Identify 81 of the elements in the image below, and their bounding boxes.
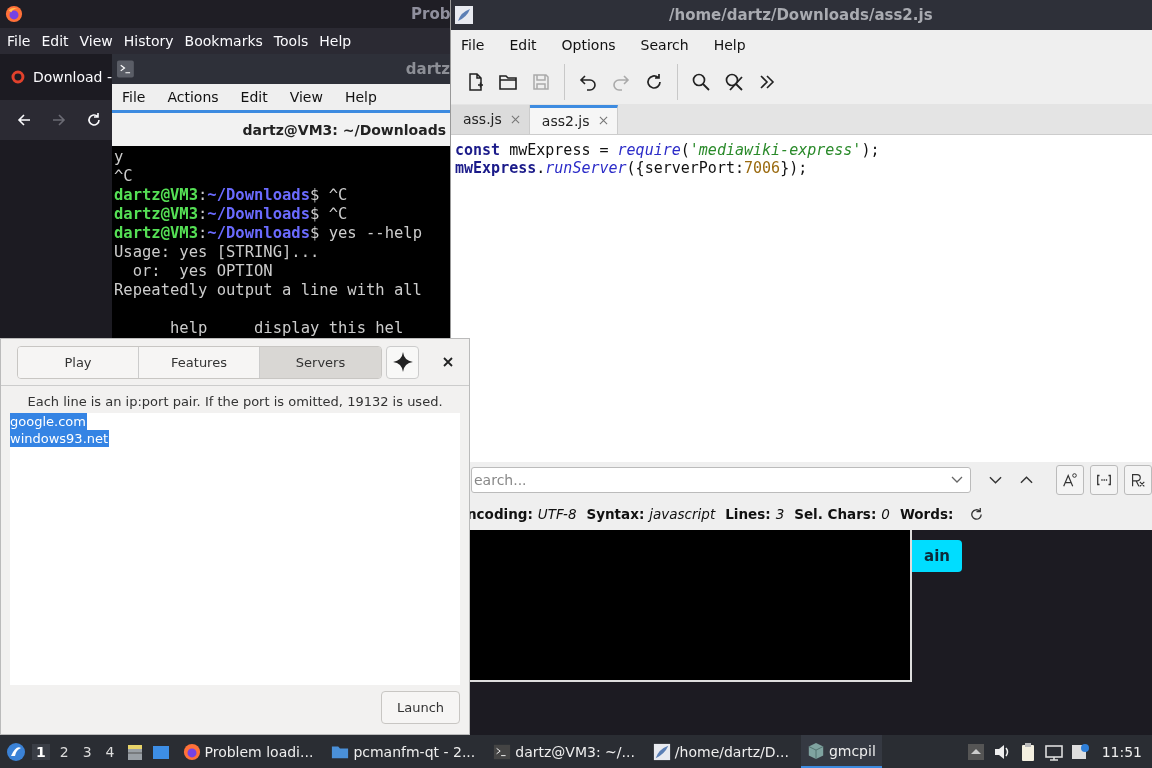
taskbar-button[interactable]: dartz@VM3: ~/... — [487, 735, 641, 768]
terminal-icon — [117, 60, 134, 78]
hint-text: Each line is an ip:port pair. If the port is omitted, 19132 is used. — [26, 393, 444, 411]
taskbar-button[interactable]: Problem loadi... — [176, 735, 320, 768]
status-item: Syntax: javascript — [586, 506, 716, 523]
terminal-line: dartz@VM3:~/Downloads$ yes --help — [114, 224, 423, 243]
regex-button[interactable] — [1124, 465, 1152, 496]
menu-item[interactable]: File — [122, 89, 146, 105]
search-field[interactable]: earch... — [471, 467, 971, 494]
menu-item[interactable]: File — [7, 33, 31, 49]
terminal-line: dartz@VM3:~/Downloads$ ^C — [114, 205, 349, 224]
notification-icon[interactable] — [1069, 741, 1090, 762]
menu-item[interactable]: History — [123, 33, 174, 49]
terminal-line: help display this hel — [169, 319, 405, 338]
start-menu-icon[interactable] — [6, 741, 26, 762]
page-button[interactable]: ain — [912, 540, 962, 572]
match-case-button[interactable] — [1056, 465, 1084, 496]
file-tab[interactable]: ass2.js — [529, 104, 618, 134]
menu-item[interactable]: Edit — [509, 36, 537, 53]
terminal-line: Repeatedly output a line with all — [114, 281, 423, 300]
terminal-line: Usage: yes [STRING]... — [114, 243, 321, 262]
taskbar-button[interactable]: gmcpil — [800, 735, 882, 768]
terminal-line: dartz@VM3:~/Downloads$ ^C — [114, 186, 349, 205]
desktop-switcher[interactable]: 1 — [32, 743, 50, 760]
menu-item[interactable]: File — [461, 36, 485, 53]
reload-icon[interactable] — [644, 71, 664, 92]
taskbar-button[interactable]: /home/dartz/D... — [646, 735, 795, 768]
terminal-line: ^C — [114, 167, 134, 186]
desktop-switcher[interactable]: 4 — [101, 743, 119, 760]
close-icon[interactable] — [443, 357, 453, 367]
tab[interactable]: Servers — [260, 346, 381, 378]
tab[interactable]: Play — [18, 346, 139, 378]
whole-word-button[interactable] — [1090, 465, 1118, 496]
status-item: Words: — [899, 506, 954, 523]
menu-item[interactable]: Options — [561, 36, 616, 53]
reload-icon[interactable] — [86, 112, 102, 128]
refresh-icon[interactable] — [969, 506, 985, 522]
tab[interactable]: Features — [139, 346, 260, 378]
desktop-switcher[interactable]: 2 — [55, 743, 73, 760]
menu-item[interactable]: Bookmarks — [184, 33, 263, 49]
launch-button[interactable]: Launch — [381, 691, 460, 724]
taskbar-button[interactable]: pcmanfm-qt - 2... — [325, 735, 482, 768]
menu-item[interactable]: View — [79, 33, 113, 49]
feather-icon — [652, 742, 671, 761]
file-tab[interactable]: ass.js — [451, 104, 530, 134]
window-title: /home/dartz/Downloads/ass2.js — [669, 5, 933, 24]
browser-logo-icon — [182, 742, 201, 761]
menu-item[interactable]: Help — [713, 36, 746, 53]
status-item: Sel. Chars: 0 — [794, 506, 890, 523]
star-button[interactable] — [386, 345, 419, 379]
dropdown-icon[interactable] — [951, 476, 963, 485]
previous-icon[interactable] — [1020, 475, 1033, 486]
feather-icon — [455, 5, 473, 24]
desktop-switcher[interactable]: 3 — [78, 743, 96, 760]
menu-item[interactable]: Help — [319, 33, 352, 49]
terminal-line: or: yes OPTION — [131, 262, 274, 281]
menu-item[interactable]: Edit — [240, 89, 268, 105]
menu-item[interactable]: Tools — [273, 33, 309, 49]
menu-item[interactable]: Actions — [167, 89, 219, 105]
cube-icon — [806, 741, 825, 760]
ring-icon — [11, 70, 25, 84]
browser-logo-icon — [5, 5, 23, 23]
clock: 11:51 — [1101, 743, 1142, 760]
browser-tab[interactable]: Download - — [0, 69, 112, 85]
search-icon[interactable] — [691, 71, 711, 92]
terminal-line: y — [114, 148, 125, 167]
next-icon[interactable] — [989, 475, 1002, 486]
menu-item[interactable]: Edit — [41, 33, 69, 49]
regex-icon — [1129, 471, 1147, 490]
code-area[interactable]: const mwExpress = require('mediawiki-express'); mwExpress.runServer({serverPort:7006}); — [451, 134, 1152, 463]
menu-item[interactable]: Search — [640, 36, 689, 53]
window-title: Prob — [411, 5, 451, 23]
menu-item[interactable]: View — [289, 89, 323, 105]
terminal-icon — [493, 742, 512, 761]
terminal-tab[interactable]: dartz@VM3: ~/Downloads — [242, 121, 450, 138]
menu-item[interactable]: Help — [344, 89, 377, 105]
status-item: Lines: 3 — [725, 506, 785, 523]
server-list-field[interactable]: google.com windows93.net — [10, 413, 460, 685]
back-icon[interactable] — [16, 112, 32, 128]
window-title: dartz — [405, 60, 450, 78]
search-pencil-icon[interactable] — [724, 71, 744, 92]
